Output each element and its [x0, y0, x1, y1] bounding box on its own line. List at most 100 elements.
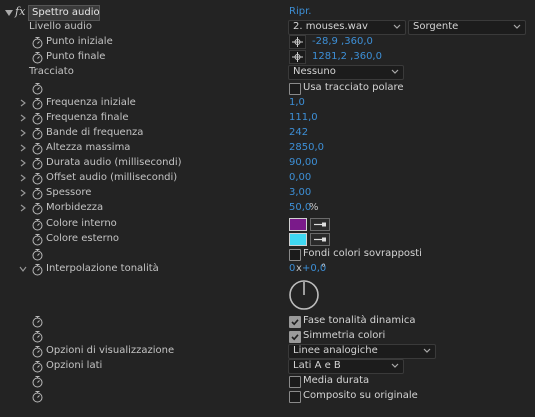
- stopwatch-icon[interactable]: [31, 233, 44, 246]
- expand-triangle-icon[interactable]: [18, 188, 28, 198]
- fase-tonalita-checkbox[interactable]: [289, 316, 301, 328]
- eyedropper-button[interactable]: [310, 233, 330, 246]
- stopwatch-icon[interactable]: [31, 112, 44, 125]
- punto-finale-value[interactable]: 1281,2 ,360,0: [312, 51, 382, 62]
- point-target-button[interactable]: [289, 50, 306, 64]
- interpolazione-tonalita-row: Interpolazione tonalità 0 x +0,0 °: [0, 262, 535, 277]
- stopwatch-icon[interactable]: [31, 157, 44, 170]
- expand-triangle-icon[interactable]: [18, 113, 28, 123]
- altezza-massima-value[interactable]: 2850,0: [289, 142, 324, 153]
- expand-triangle-icon[interactable]: [5, 9, 13, 17]
- morbidezza-value[interactable]: 50,0: [289, 202, 311, 213]
- frequenza-iniziale-value[interactable]: 1,0: [289, 97, 305, 108]
- bande-di-frequenza-label: Bande di frequenza: [46, 127, 144, 138]
- point-target-button[interactable]: [289, 35, 306, 49]
- crosshair-icon: [292, 52, 303, 62]
- stopwatch-icon[interactable]: [31, 187, 44, 200]
- stopwatch-icon[interactable]: [31, 172, 44, 185]
- opzioni-lati-row: Opzioni lati Lati A e B: [0, 359, 535, 374]
- frequenza-finale-value[interactable]: 111,0: [289, 112, 318, 123]
- opzioni-lati-label: Opzioni lati: [46, 360, 103, 371]
- chevron-down-icon: [391, 363, 399, 368]
- effect-name-box[interactable]: Spettro audio: [28, 5, 100, 21]
- frequenza-iniziale-label: Frequenza iniziale: [46, 97, 136, 108]
- reset-link[interactable]: Ripr.: [289, 6, 311, 17]
- stopwatch-icon[interactable]: [31, 36, 44, 49]
- stopwatch-icon[interactable]: [31, 218, 44, 231]
- tracciato-dropdown[interactable]: Nessuno: [288, 65, 404, 80]
- fase-tonalita-row: Fase tonalità dinamica: [0, 314, 535, 329]
- punto-iniziale-value[interactable]: -28,9 ,360,0: [312, 36, 373, 47]
- stopwatch-icon[interactable]: [31, 142, 44, 155]
- revolutions-value[interactable]: 0: [289, 263, 295, 274]
- opzioni-visualizzazione-dropdown[interactable]: Linee analogiche: [288, 344, 436, 359]
- offset-audio-row: Offset audio (millisecondi) 0,00: [0, 171, 535, 186]
- tracciato-dropdown-value: Nessuno: [293, 66, 336, 77]
- composito-row: Composito su originale: [0, 389, 535, 404]
- collapse-triangle-icon[interactable]: [18, 264, 28, 274]
- expand-triangle-icon[interactable]: [18, 128, 28, 138]
- expand-triangle-icon[interactable]: [18, 98, 28, 108]
- stopwatch-icon[interactable]: [31, 82, 44, 95]
- stopwatch-icon[interactable]: [31, 248, 44, 261]
- frequenza-finale-label: Frequenza finale: [46, 112, 129, 123]
- chevron-down-icon: [513, 24, 521, 29]
- stopwatch-icon[interactable]: [31, 202, 44, 215]
- expand-triangle-icon[interactable]: [18, 203, 28, 213]
- effect-header-row: fx Spettro audio Ripr.: [0, 5, 535, 21]
- durata-audio-label: Durata audio (millisecondi): [46, 157, 182, 168]
- altezza-massima-label: Altezza massima: [46, 142, 131, 153]
- composito-checkbox[interactable]: [289, 391, 301, 403]
- fondi-colori-label: Fondi colori sovrapposti: [303, 248, 422, 259]
- source-dropdown[interactable]: Sorgente: [408, 20, 526, 35]
- punto-iniziale-row: Punto iniziale -28,9 ,360,0: [0, 35, 535, 50]
- stopwatch-icon[interactable]: [31, 345, 44, 358]
- layer-dropdown[interactable]: 2. mouses.wav: [288, 20, 406, 35]
- fase-tonalita-label: Fase tonalità dinamica: [303, 315, 416, 326]
- opzioni-visualizzazione-label: Opzioni di visualizzazione: [46, 345, 175, 356]
- offset-audio-value[interactable]: 0,00: [289, 172, 311, 183]
- spessore-value[interactable]: 3,00: [289, 187, 311, 198]
- simmetria-colori-checkbox[interactable]: [289, 331, 301, 343]
- offset-audio-label: Offset audio (millisecondi): [46, 172, 178, 183]
- stopwatch-icon[interactable]: [31, 51, 44, 64]
- color-swatch[interactable]: [289, 218, 307, 231]
- stopwatch-icon[interactable]: [31, 315, 44, 328]
- expand-triangle-icon[interactable]: [18, 158, 28, 168]
- media-durata-checkbox[interactable]: [289, 376, 301, 388]
- durata-audio-value[interactable]: 90,00: [289, 157, 318, 168]
- checkmark-icon: [291, 319, 299, 326]
- morbidezza-row: Morbidezza 50,0 %: [0, 201, 535, 216]
- frequenza-iniziale-row: Frequenza iniziale 1,0: [0, 96, 535, 111]
- layer-dropdown-value: 2. mouses.wav: [293, 21, 368, 32]
- stopwatch-icon[interactable]: [31, 330, 44, 343]
- fondi-colori-checkbox[interactable]: [289, 249, 301, 261]
- opzioni-visualizzazione-row: Opzioni di visualizzazione Linee analogi…: [0, 344, 535, 359]
- stopwatch-icon[interactable]: [31, 127, 44, 140]
- stopwatch-icon[interactable]: [31, 375, 44, 388]
- altezza-massima-row: Altezza massima 2850,0: [0, 141, 535, 156]
- chevron-down-icon: [391, 69, 399, 74]
- color-swatch[interactable]: [289, 233, 307, 246]
- chevron-down-icon: [423, 348, 431, 353]
- tracciato-row: Tracciato Nessuno: [0, 65, 535, 80]
- colore-interno-row: Colore interno: [0, 217, 535, 232]
- punto-iniziale-label: Punto iniziale: [46, 36, 113, 47]
- stopwatch-icon[interactable]: [31, 97, 44, 110]
- punto-finale-label: Punto finale: [46, 51, 106, 62]
- fx-toggle-icon[interactable]: fx: [15, 5, 25, 18]
- bande-di-frequenza-value[interactable]: 242: [289, 127, 308, 138]
- eyedropper-button[interactable]: [310, 218, 330, 231]
- bande-di-frequenza-row: Bande di frequenza 242: [0, 126, 535, 141]
- stopwatch-icon[interactable]: [31, 263, 44, 276]
- usa-tracciato-polare-checkbox[interactable]: [289, 83, 301, 95]
- stopwatch-icon[interactable]: [31, 360, 44, 373]
- angle-dial[interactable]: [288, 279, 320, 311]
- stopwatch-icon[interactable]: [31, 390, 44, 403]
- durata-audio-row: Durata audio (millisecondi) 90,00: [0, 156, 535, 171]
- opzioni-lati-value: Lati A e B: [293, 360, 341, 371]
- eyedropper-icon: [314, 222, 326, 227]
- opzioni-lati-dropdown[interactable]: Lati A e B: [288, 359, 404, 374]
- expand-triangle-icon[interactable]: [18, 173, 28, 183]
- expand-triangle-icon[interactable]: [18, 143, 28, 153]
